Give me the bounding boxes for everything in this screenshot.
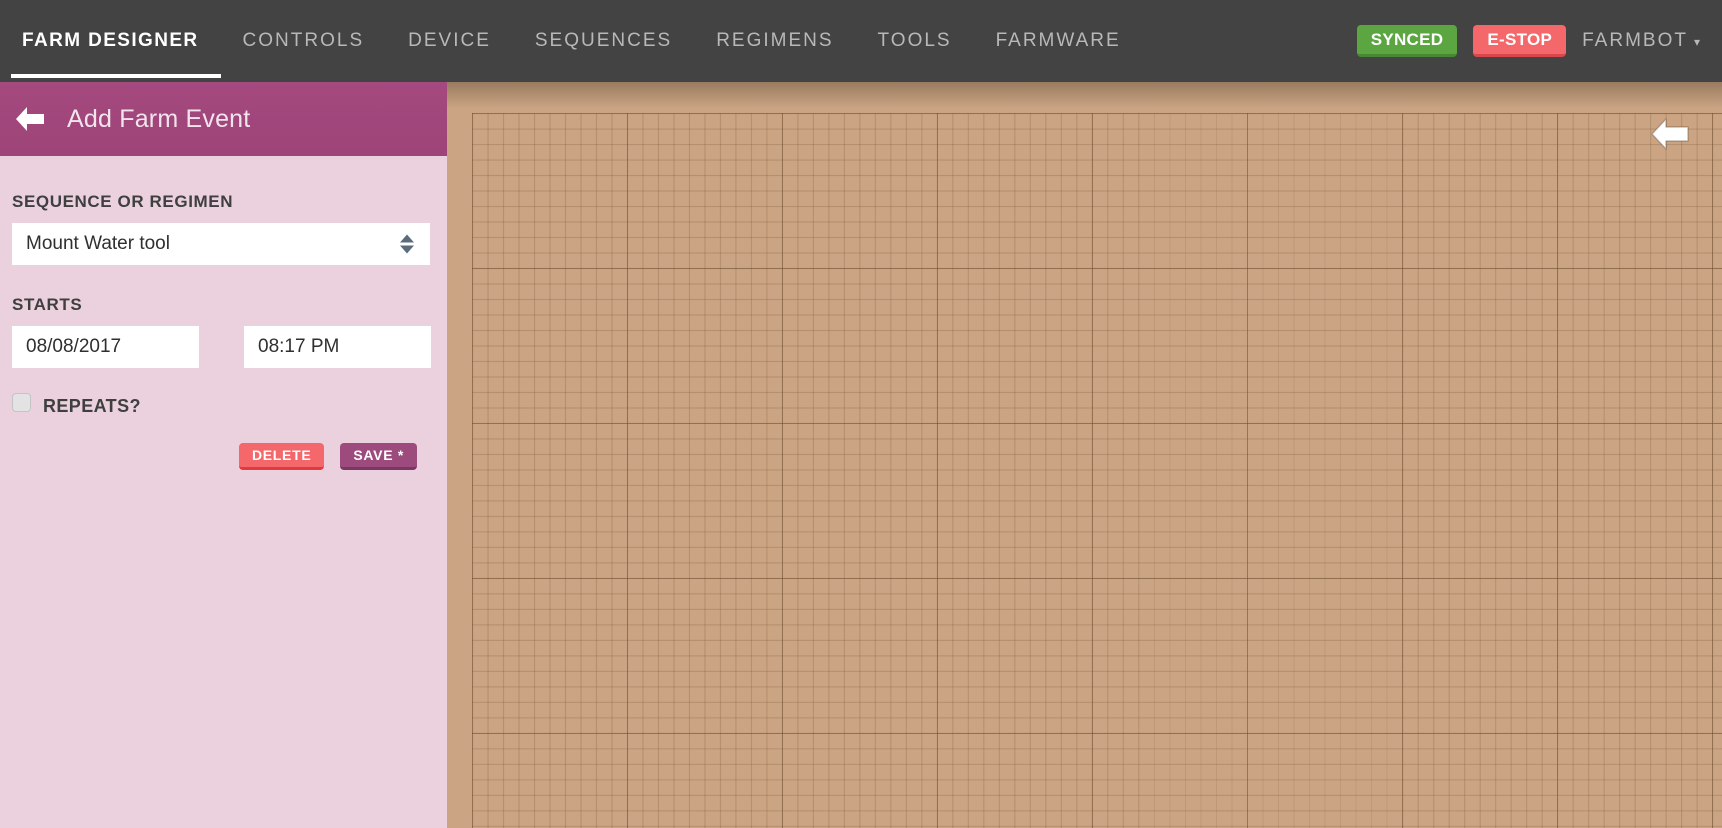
panel-back-button[interactable]: [13, 102, 47, 136]
account-label: FARMBOT: [1582, 30, 1688, 52]
arrow-left-icon: [1647, 114, 1693, 154]
farmbot-app: Add Farm Event SEQUENCE OR REGIMEN Mount…: [0, 0, 1722, 828]
nav-item-controls[interactable]: CONTROLS: [221, 0, 387, 82]
chevron-down-icon: ▾: [1694, 36, 1702, 48]
repeats-label: REPEATS?: [43, 396, 141, 417]
starts-label: STARTS: [12, 295, 435, 315]
nav-item-label: CONTROLS: [243, 30, 365, 52]
starts-row: [12, 326, 435, 368]
map-collapse-arrow-button[interactable]: [1642, 106, 1698, 162]
panel-body: SEQUENCE OR REGIMEN Mount Water tool STA…: [0, 156, 447, 828]
top-navbar: FARM DESIGNER CONTROLS DEVICE SEQUENCES …: [0, 0, 1722, 82]
sync-status-badge[interactable]: SYNCED: [1357, 25, 1458, 57]
nav-items: FARM DESIGNER CONTROLS DEVICE SEQUENCES …: [11, 0, 1143, 82]
arrow-left-icon: [15, 106, 45, 132]
emergency-stop-button[interactable]: E-STOP: [1473, 25, 1566, 57]
nav-item-device[interactable]: DEVICE: [386, 0, 513, 82]
panel-header: Add Farm Event: [0, 82, 447, 156]
save-button[interactable]: SAVE *: [340, 443, 417, 470]
nav-item-label: DEVICE: [408, 30, 491, 52]
sequence-or-regimen-select[interactable]: Mount Water tool: [12, 223, 430, 265]
farm-event-panel: Add Farm Event SEQUENCE OR REGIMEN Mount…: [0, 82, 447, 828]
sequence-or-regimen-value[interactable]: Mount Water tool: [12, 223, 430, 265]
nav-item-label: FARM DESIGNER: [22, 30, 199, 52]
nav-status-area: SYNCED E-STOP FARMBOT ▾: [1357, 0, 1704, 82]
nav-item-label: SEQUENCES: [535, 30, 672, 52]
start-time-input[interactable]: [244, 326, 431, 368]
panel-title: Add Farm Event: [67, 105, 250, 134]
account-menu[interactable]: FARMBOT ▾: [1582, 30, 1704, 52]
nav-item-farm-designer[interactable]: FARM DESIGNER: [11, 0, 221, 82]
nav-item-label: FARMWARE: [996, 30, 1121, 52]
garden-major-gridlines: [472, 113, 1722, 828]
nav-item-tools[interactable]: TOOLS: [856, 0, 974, 82]
nav-item-label: REGIMENS: [716, 30, 833, 52]
sequence-or-regimen-label: SEQUENCE OR REGIMEN: [12, 192, 435, 212]
repeats-row: REPEATS?: [12, 396, 435, 417]
nav-item-regimens[interactable]: REGIMENS: [694, 0, 855, 82]
form-actions: DELETE SAVE *: [12, 443, 435, 470]
nav-item-label: TOOLS: [878, 30, 952, 52]
nav-item-sequences[interactable]: SEQUENCES: [513, 0, 694, 82]
repeats-checkbox[interactable]: [12, 393, 31, 412]
start-date-input[interactable]: [12, 326, 199, 368]
nav-item-farmware[interactable]: FARMWARE: [974, 0, 1143, 82]
delete-button[interactable]: DELETE: [239, 443, 324, 470]
